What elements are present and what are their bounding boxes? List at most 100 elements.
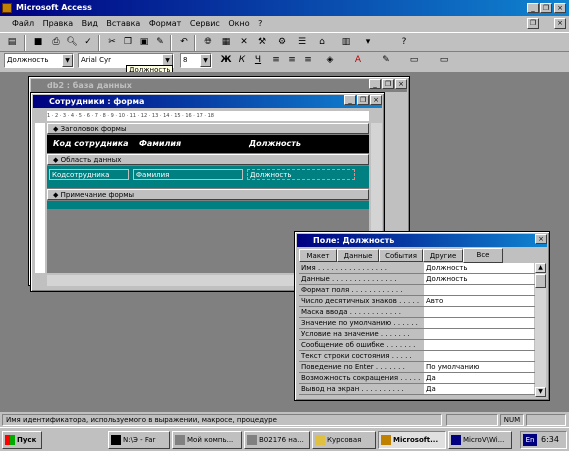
taskbar-item[interactable]: Курсовая: [312, 431, 376, 449]
property-value[interactable]: Должность: [424, 263, 534, 273]
field-position[interactable]: Должность: [247, 169, 355, 180]
menu-restore-button[interactable]: ❐: [527, 18, 539, 29]
close-button[interactable]: ×: [395, 79, 407, 89]
close-button[interactable]: ×: [554, 3, 566, 13]
field-id[interactable]: Кодсотрудника: [49, 169, 129, 180]
copy-icon[interactable]: ❐: [120, 35, 136, 50]
maximize-button[interactable]: ❐: [540, 3, 552, 13]
property-row[interactable]: Формат поля . . . . . . . . . . . .: [299, 285, 535, 296]
tab-layout[interactable]: Макет: [299, 249, 337, 262]
taskbar-item[interactable]: N:\Э - Far: [108, 431, 170, 449]
maximize-button[interactable]: ❐: [382, 79, 394, 89]
property-row[interactable]: Имя . . . . . . . . . . . . . . . . Должн…: [299, 263, 535, 274]
fill-color-icon[interactable]: ◈: [322, 53, 338, 68]
properties-icon[interactable]: ☰: [294, 35, 310, 50]
property-row[interactable]: Значение по умолчанию . . . . . .: [299, 318, 535, 329]
caption-id[interactable]: Код сотрудника: [53, 135, 129, 153]
print-icon[interactable]: ⎙: [48, 35, 64, 50]
property-value[interactable]: [424, 318, 534, 328]
minimize-button[interactable]: _: [527, 3, 539, 13]
detail-section-bar[interactable]: ◆ Область данных: [47, 154, 369, 165]
taskbar-item[interactable]: MicroV\Wi...: [448, 431, 512, 449]
caption-position[interactable]: Должность: [249, 135, 301, 153]
property-value[interactable]: Авто: [424, 296, 534, 306]
menu-close-button[interactable]: ×: [554, 18, 566, 29]
tab-data[interactable]: Данные: [337, 249, 379, 262]
taskbar-item[interactable]: Мой компь...: [172, 431, 242, 449]
menu-edit[interactable]: Правка: [43, 19, 73, 28]
italic-icon[interactable]: К: [234, 53, 250, 68]
paste-icon[interactable]: ▣: [136, 35, 152, 50]
property-row[interactable]: Данные . . . . . . . . . . . . . . . Долж…: [299, 274, 535, 285]
special-effect-icon[interactable]: ▭: [436, 53, 452, 68]
property-row[interactable]: Число десятичных знаков . . . . . Авто: [299, 296, 535, 307]
hyperlink-icon[interactable]: 🌐︎: [200, 35, 216, 50]
view-icon[interactable]: ▤: [4, 35, 20, 50]
property-row[interactable]: Вывод на экран . . . . . . . . . . Да: [299, 384, 535, 395]
scroll-up-icon[interactable]: ▲: [535, 263, 546, 273]
new-object-icon[interactable]: ▾: [360, 35, 376, 50]
menu-file[interactable]: Файл: [12, 19, 34, 28]
property-value[interactable]: Должность: [424, 274, 534, 284]
close-button[interactable]: ×: [370, 95, 382, 105]
maximize-button[interactable]: ❐: [357, 95, 369, 105]
undo-icon[interactable]: ↶: [176, 35, 192, 50]
taskbar-item[interactable]: B02176 на...: [244, 431, 310, 449]
tab-events[interactable]: События: [379, 249, 423, 262]
scroll-down-icon[interactable]: ▼: [535, 387, 546, 397]
form-header-area[interactable]: Код сотрудника Фамилия Должность: [47, 135, 369, 153]
code-icon[interactable]: ⚙: [274, 35, 290, 50]
help-icon[interactable]: ?: [396, 35, 412, 50]
align-left-icon[interactable]: ≡: [268, 53, 284, 68]
property-value[interactable]: Да: [424, 384, 534, 394]
font-size-combo[interactable]: 8 ▼: [180, 53, 212, 68]
property-value[interactable]: [424, 340, 534, 350]
property-value[interactable]: По умолчанию: [424, 362, 534, 372]
menu-format[interactable]: Формат: [149, 19, 181, 28]
toolbox-icon[interactable]: ✕: [236, 35, 252, 50]
menu-help[interactable]: ?: [258, 19, 262, 28]
property-value[interactable]: [424, 285, 534, 295]
align-right-icon[interactable]: ≡: [300, 53, 316, 68]
align-center-icon[interactable]: ≡: [284, 53, 300, 68]
scroll-thumb[interactable]: [535, 274, 546, 288]
menu-tools[interactable]: Сервис: [190, 19, 220, 28]
property-value[interactable]: [424, 329, 534, 339]
caption-surname[interactable]: Фамилия: [139, 135, 181, 153]
bold-icon[interactable]: Ж: [218, 53, 234, 68]
language-indicator[interactable]: En: [523, 434, 537, 446]
detail-area[interactable]: Кодсотрудника Фамилия Должность: [47, 166, 369, 188]
line-width-icon[interactable]: ▭: [406, 53, 422, 68]
property-row[interactable]: Условие на значение . . . . . . .: [299, 329, 535, 340]
cut-icon[interactable]: ✂: [104, 35, 120, 50]
autoformat-icon[interactable]: ⚒: [254, 35, 270, 50]
object-combo[interactable]: Должность ▼: [4, 53, 74, 68]
property-row[interactable]: Возможность сокращения . . . . . Да: [299, 373, 535, 384]
builder-icon[interactable]: ⌂: [314, 35, 330, 50]
font-color-icon[interactable]: A: [350, 53, 366, 68]
property-value[interactable]: Да: [424, 373, 534, 383]
minimize-button[interactable]: _: [369, 79, 381, 89]
menu-insert[interactable]: Вставка: [106, 19, 140, 28]
property-row[interactable]: Текст строки состояния . . . . .: [299, 351, 535, 362]
start-button[interactable]: Пуск: [2, 431, 42, 449]
line-color-icon[interactable]: ✎: [378, 53, 394, 68]
field-list-icon[interactable]: ▦: [218, 35, 234, 50]
property-row[interactable]: Маска ввода . . . . . . . . . . . .: [299, 307, 535, 318]
property-value[interactable]: [424, 351, 534, 361]
form-header-bar[interactable]: ◆ Заголовок формы: [47, 123, 369, 134]
chevron-down-icon[interactable]: ▼: [62, 54, 73, 67]
tab-other[interactable]: Другие: [423, 249, 463, 262]
preview-icon[interactable]: 🔍︎: [64, 35, 80, 50]
close-button[interactable]: ×: [535, 234, 547, 244]
underline-icon[interactable]: Ч: [250, 53, 266, 68]
chevron-down-icon[interactable]: ▼: [200, 54, 211, 67]
taskbar-item-active[interactable]: Microsoft...: [378, 431, 446, 449]
database-window-icon[interactable]: ▥: [338, 35, 354, 50]
menu-window[interactable]: Окно: [228, 19, 249, 28]
format-painter-icon[interactable]: ✎: [152, 35, 168, 50]
spelling-icon[interactable]: ✓: [80, 35, 96, 50]
form-footer-bar[interactable]: ◆ Примечание формы: [47, 189, 369, 200]
property-row[interactable]: Поведение по Enter . . . . . . . По умолч…: [299, 362, 535, 373]
footer-area[interactable]: [47, 201, 369, 209]
